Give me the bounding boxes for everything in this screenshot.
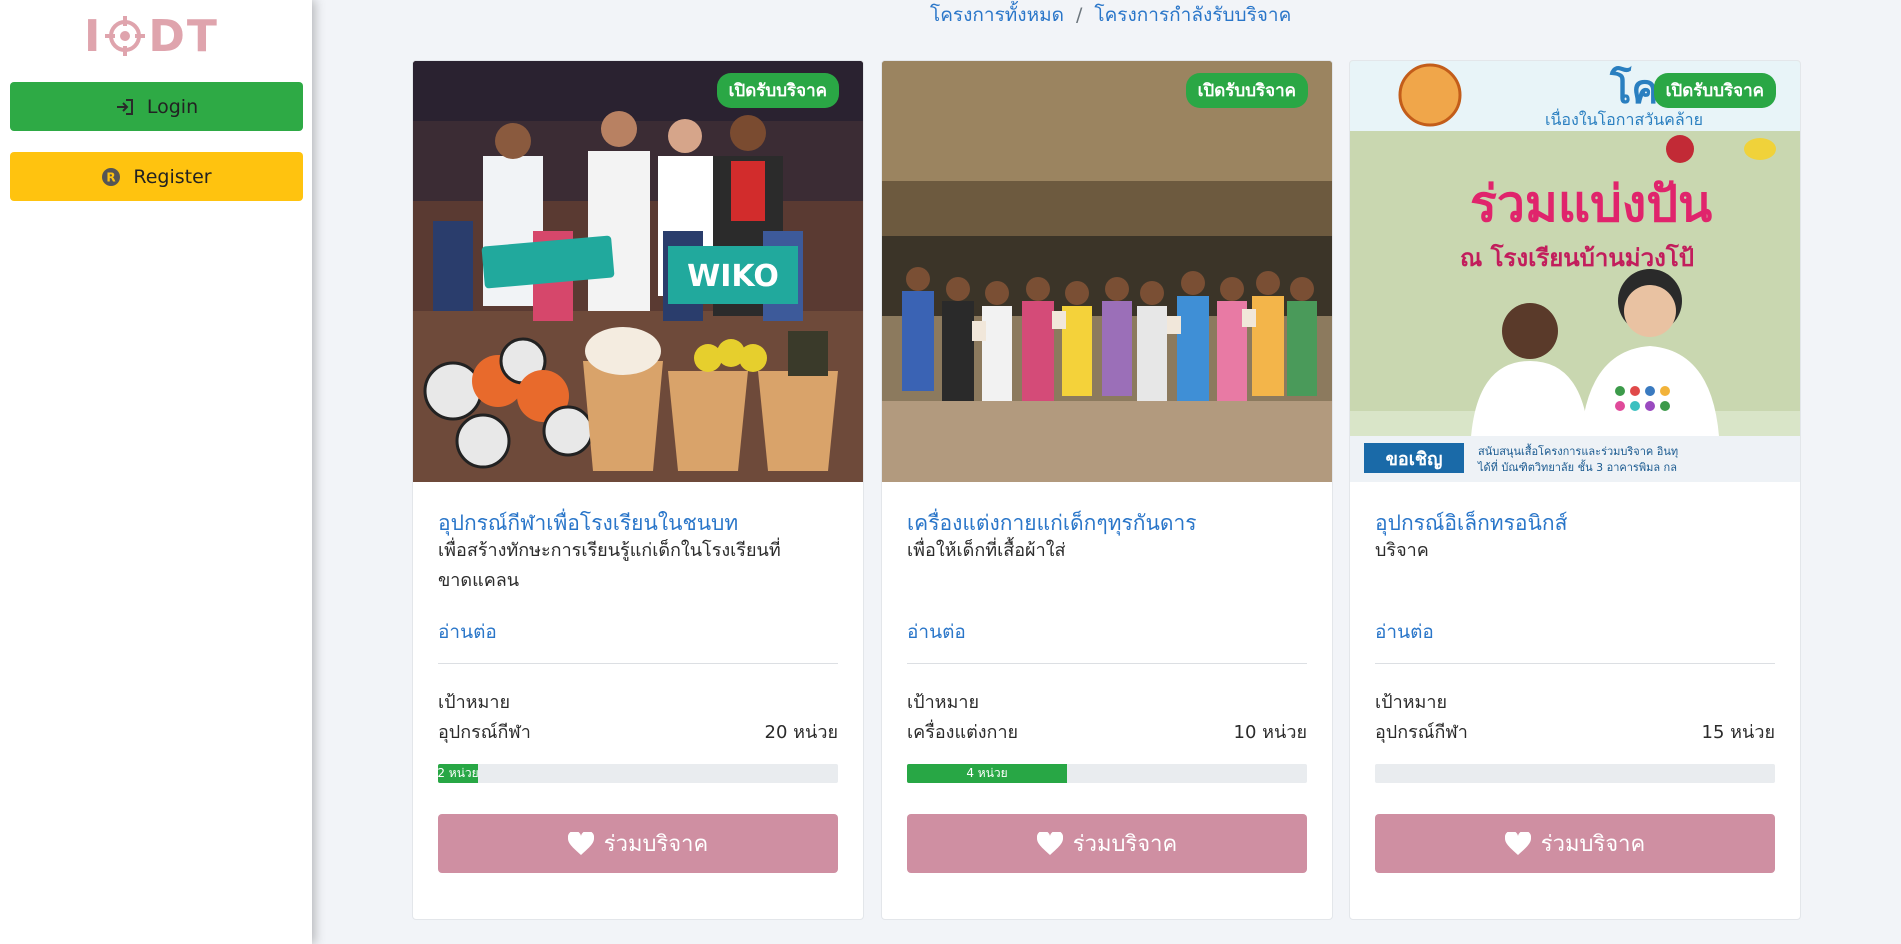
breadcrumb-all-projects[interactable]: โครงการทั้งหมด	[930, 0, 1064, 30]
open-donation-badge: เปิดรับบริจาค	[1653, 73, 1776, 108]
breadcrumb: โครงการทั้งหมด / โครงการกำลังรับบริจาค	[930, 2, 1291, 28]
login-label: Login	[146, 95, 199, 118]
heart-icon	[1036, 831, 1063, 856]
project-description: บริจาค	[1375, 540, 1429, 561]
project-card: WIKO เปิดรับบริจาค อุปกรณ์กีฬาเพื่อโรงเร…	[412, 60, 864, 920]
read-more-link[interactable]: อ่านต่อ	[907, 617, 966, 647]
divider	[1375, 663, 1775, 664]
read-more-link[interactable]: อ่านต่อ	[438, 617, 497, 647]
poster-footer-1: สนับสนุนเสื้อโครงการและร่วมบริจาค อินทุ	[1478, 443, 1678, 458]
poster-footer-2: ได้ที่ บัณฑิตวิทยาลัย ชั้น 3 อาคารพิมล ก…	[1477, 459, 1677, 474]
open-donation-badge: เปิดรับบริจาค	[716, 73, 839, 108]
donation-progress-fill: 2 หน่วย	[438, 764, 478, 783]
divider	[438, 663, 838, 664]
svg-text:R: R	[107, 170, 116, 184]
divider	[907, 663, 1307, 664]
donate-label: ร่วมบริจาค	[1540, 832, 1646, 857]
poster-headline: ร่วมแบ่งปัน	[1470, 175, 1712, 233]
donate-label: ร่วมบริจาค	[1072, 832, 1178, 857]
target-item-name: เครื่องแต่งกาย	[907, 722, 1019, 743]
heart-icon	[1504, 831, 1531, 856]
poster-subheader: เนื่องในโอกาสวันคล้าย	[1545, 108, 1703, 129]
target-logo-icon	[105, 16, 146, 56]
logo-text-left: I	[84, 10, 103, 62]
donation-progress-bar	[1375, 764, 1775, 783]
logo-text-right: DT	[148, 10, 219, 62]
read-more-link[interactable]: อ่านต่อ	[1375, 617, 1434, 647]
heart-icon	[567, 831, 594, 856]
svg-text:WIKO: WIKO	[687, 259, 779, 294]
poster-subline: ณ โรงเรียนบ้านม่วงโป้	[1460, 243, 1694, 272]
target-label: เป้าหมาย	[438, 692, 511, 713]
login-icon	[115, 98, 135, 116]
donation-progress-fill: 4 หน่วย	[907, 764, 1067, 783]
poster-invite: ขอเชิญ	[1386, 449, 1443, 470]
project-image[interactable]: โครงการ เนื่องในโอกาสวันคล้าย ร่วมแบ่งปั…	[1350, 61, 1800, 482]
target-item-quantity: 15 หน่วย	[1701, 722, 1775, 743]
project-description: เพื่อสร้างทักษะการเรียนรู้แก่เด็กในโรงเร…	[438, 540, 781, 591]
breadcrumb-separator: /	[1075, 4, 1083, 26]
site-logo[interactable]: I DT	[84, 11, 219, 62]
target-label: เป้าหมาย	[1375, 692, 1448, 713]
donation-progress-bar: 4 หน่วย	[907, 764, 1307, 783]
login-button[interactable]: Login	[10, 82, 303, 131]
target-item-quantity: 10 หน่วย	[1233, 722, 1307, 743]
register-label: Register	[133, 165, 212, 188]
registered-icon: R	[101, 167, 121, 187]
donation-progress-bar: 2 หน่วย	[438, 764, 838, 783]
project-image[interactable]: WIKO เปิดรับบริจาค	[413, 61, 863, 482]
target-item-quantity: 20 หน่วย	[764, 722, 838, 743]
project-description: เพื่อให้เด็กที่เสื้อผ้าใส่	[907, 540, 1066, 561]
donate-button[interactable]: ร่วมบริจาค	[438, 814, 838, 873]
sports-equipment-photo: WIKO	[413, 61, 863, 482]
target-label: เป้าหมาย	[907, 692, 980, 713]
donate-label: ร่วมบริจาค	[603, 832, 709, 857]
sidebar: I DT Login R Register	[0, 0, 312, 944]
project-card: โครงการ เนื่องในโอกาสวันคล้าย ร่วมแบ่งปั…	[1349, 60, 1801, 920]
target-item-name: อุปกรณ์กีฬา	[438, 722, 531, 743]
project-card: เปิดรับบริจาค เครื่องแต่งกายแก่เด็กๆทุรก…	[881, 60, 1333, 920]
donate-button[interactable]: ร่วมบริจาค	[1375, 814, 1775, 873]
target-item-name: อุปกรณ์กีฬา	[1375, 722, 1468, 743]
project-image[interactable]: เปิดรับบริจาค	[882, 61, 1332, 482]
poster-banner: โครงการ เนื่องในโอกาสวันคล้าย ร่วมแบ่งปั…	[1350, 61, 1800, 482]
open-donation-badge: เปิดรับบริจาค	[1185, 73, 1308, 108]
donate-button[interactable]: ร่วมบริจาค	[907, 814, 1307, 873]
village-children-photo	[882, 61, 1332, 482]
breadcrumb-current[interactable]: โครงการกำลังรับบริจาค	[1094, 0, 1291, 30]
register-button[interactable]: R Register	[10, 152, 303, 201]
